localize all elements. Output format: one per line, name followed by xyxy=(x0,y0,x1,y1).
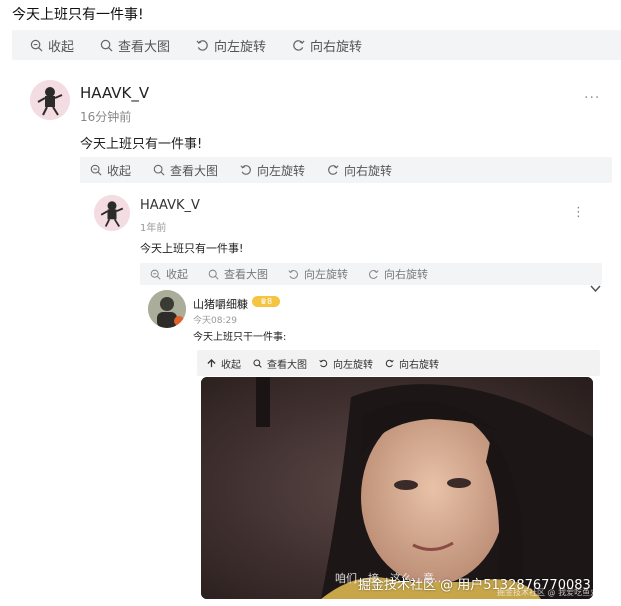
zoom-in-icon xyxy=(153,164,165,176)
avatar[interactable] xyxy=(148,290,186,328)
view-large-button[interactable]: 查看大图 xyxy=(208,266,268,282)
view-large-button[interactable]: 查看大图 xyxy=(153,162,218,179)
view-large-label: 查看大图 xyxy=(224,268,268,281)
view-large-label: 查看大图 xyxy=(170,163,219,178)
collapse-label: 收起 xyxy=(221,359,241,371)
zoom-out-icon xyxy=(90,164,102,176)
avatar[interactable] xyxy=(94,195,130,231)
collapse-button[interactable]: 收起 xyxy=(207,356,241,371)
rotate-left-button[interactable]: 向左旋转 xyxy=(288,266,348,282)
comment-username[interactable]: 山猪嚼细糠 xyxy=(193,296,248,312)
rotate-left-button[interactable]: 向左旋转 xyxy=(240,162,305,179)
avatar-photo-icon xyxy=(148,290,186,328)
rotate-right-button[interactable]: 向右旋转 xyxy=(385,356,439,371)
view-large-button[interactable]: 查看大图 xyxy=(100,36,170,55)
zoom-in-icon xyxy=(208,269,219,280)
zoom-out-icon xyxy=(30,39,43,51)
rotate-right-button[interactable]: 向右旋转 xyxy=(292,36,362,55)
image-toolbar-main: 收起 查看大图 向左旋转 向右旋转 xyxy=(12,30,621,60)
level-number: 8 xyxy=(267,297,273,306)
avatar[interactable] xyxy=(30,80,70,120)
collapse-button[interactable]: 收起 xyxy=(150,266,188,282)
rotate-right-label: 向右旋转 xyxy=(399,359,439,371)
comment-text: 今天上班只有一件事! xyxy=(140,242,244,255)
collapse-label: 收起 xyxy=(166,268,188,281)
rotate-right-button[interactable]: 向右旋转 xyxy=(327,162,392,179)
avatar-figure-icon xyxy=(30,80,70,120)
avatar-figure-icon xyxy=(94,195,130,231)
zoom-out-icon xyxy=(150,269,161,280)
rotate-right-icon xyxy=(385,359,394,367)
post-title: 今天上班只有一件事! xyxy=(12,7,144,23)
rotate-left-icon xyxy=(319,359,328,367)
view-large-label: 查看大图 xyxy=(267,359,307,371)
more-options-icon[interactable]: ⋮ xyxy=(572,205,585,220)
rotate-right-icon xyxy=(328,165,339,175)
rotate-left-label: 向左旋转 xyxy=(257,163,306,178)
collapse-label: 收起 xyxy=(107,163,132,178)
collapse-button[interactable]: 收起 xyxy=(90,162,131,179)
comment-time: 16分钟前 xyxy=(80,110,132,124)
rotate-left-icon xyxy=(240,165,251,175)
collapse-label: 收起 xyxy=(48,39,75,55)
zoom-in-icon xyxy=(253,358,262,368)
comment-time: 今天08:29 xyxy=(193,316,237,326)
rotate-left-button[interactable]: 向左旋转 xyxy=(196,36,266,55)
comment-text: 今天上班只有一件事! xyxy=(80,137,203,152)
level-badge: ♛8 xyxy=(252,296,280,307)
image-toolbar-nested: 收起 查看大图 向左旋转 向右旋转 xyxy=(140,263,602,285)
rotate-right-label: 向右旋转 xyxy=(344,163,393,178)
image-toolbar-deep: 收起 查看大图 向左旋转 向右旋转 xyxy=(197,350,600,376)
rotate-right-label: 向右旋转 xyxy=(310,39,363,55)
more-options-icon[interactable]: ··· xyxy=(584,90,600,106)
comment-text: 今天上班只干一件事: xyxy=(193,332,287,343)
collapse-arrow-icon xyxy=(207,358,216,367)
rotate-right-label: 向右旋转 xyxy=(384,268,428,281)
rotate-left-button[interactable]: 向左旋转 xyxy=(319,356,373,371)
rotate-right-icon xyxy=(293,39,305,51)
rotate-left-icon xyxy=(196,39,208,51)
rotate-right-button[interactable]: 向右旋转 xyxy=(368,266,428,282)
comment-time: 1年前 xyxy=(140,223,167,234)
rotate-left-label: 向左旋转 xyxy=(304,268,348,281)
collapse-button[interactable]: 收起 xyxy=(30,36,74,55)
zoom-in-icon xyxy=(100,39,113,51)
comment-username[interactable]: HAAVK_V xyxy=(80,84,149,102)
crown-icon: ♛ xyxy=(259,297,268,306)
view-large-label: 查看大图 xyxy=(118,39,171,55)
rotate-left-label: 向左旋转 xyxy=(333,359,373,371)
watermark-secondary: 掘金技术社区 @ 我爱吃鱼丸 xyxy=(497,588,599,597)
comment-username[interactable]: HAAVK_V xyxy=(140,198,200,213)
chevron-down-icon[interactable] xyxy=(590,283,601,296)
view-large-button[interactable]: 查看大图 xyxy=(253,356,307,371)
image-toolbar-reply: 收起 查看大图 向左旋转 向右旋转 xyxy=(80,157,612,183)
rotate-left-icon xyxy=(288,269,298,279)
rotate-right-icon xyxy=(369,269,379,279)
comment-image[interactable]: 咱们…接…这么…意… xyxy=(201,377,593,599)
drama-still-image xyxy=(201,377,593,599)
rotate-left-label: 向左旋转 xyxy=(214,39,267,55)
